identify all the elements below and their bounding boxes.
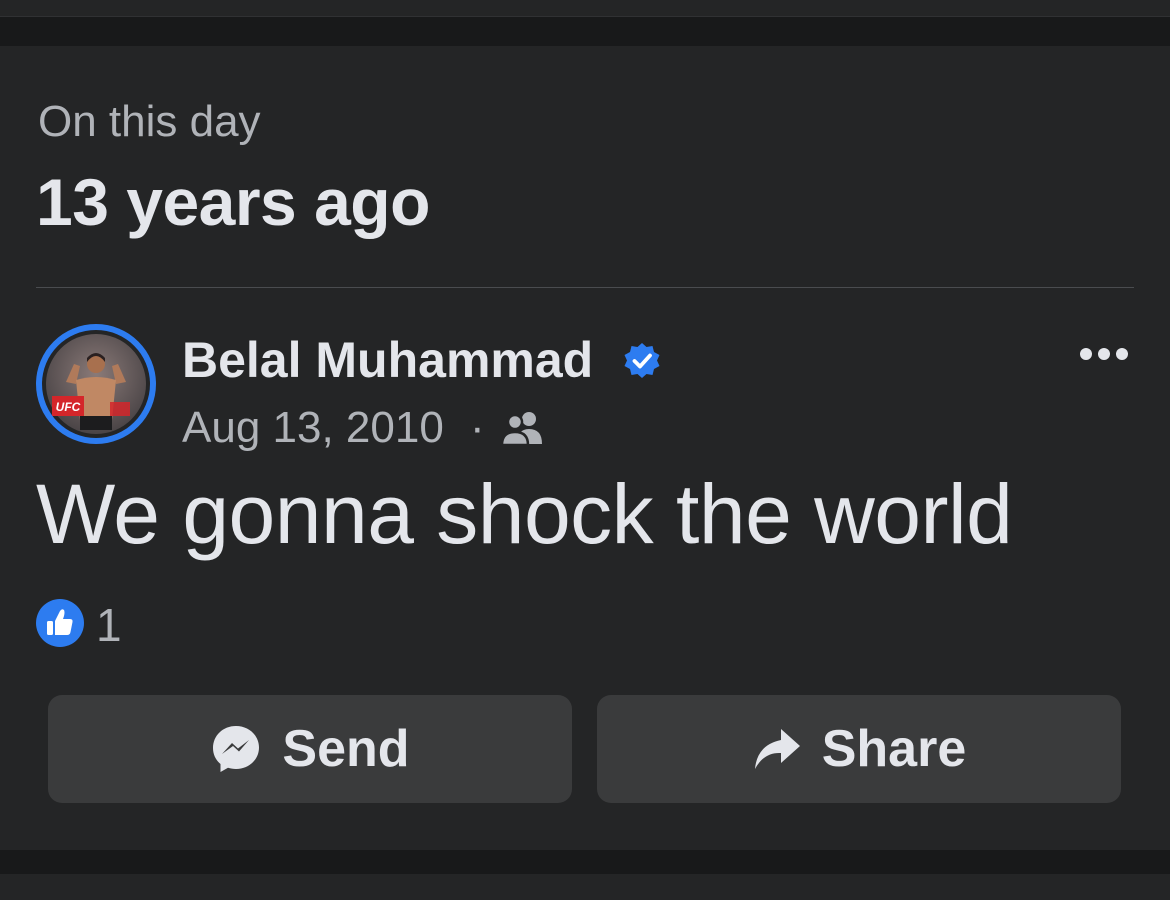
top-separator — [0, 16, 1170, 17]
share-arrow-icon — [754, 729, 800, 769]
like-count[interactable]: 1 — [96, 598, 122, 652]
memory-label: On this day — [38, 97, 261, 146]
post-text: We gonna shock the world — [36, 467, 1013, 561]
share-label: Share — [821, 720, 967, 778]
more-options-icon[interactable] — [1076, 340, 1132, 368]
memory-title: 13 years ago — [36, 165, 430, 239]
send-label: Send — [282, 720, 410, 778]
friends-icon[interactable] — [500, 410, 546, 446]
date-separator: · — [470, 403, 485, 452]
send-button[interactable]: Send — [48, 695, 572, 803]
previous-card-edge — [0, 0, 1170, 16]
avatar[interactable]: UFC — [42, 330, 150, 438]
author-name[interactable]: Belal Muhammad — [182, 330, 593, 390]
verified-badge-icon — [624, 343, 660, 378]
ufc-badge-text: UFC — [56, 400, 81, 414]
avatar-image: UFC — [46, 334, 146, 434]
messenger-icon — [213, 726, 260, 772]
next-card-edge — [0, 874, 1170, 900]
like-reaction-icon[interactable] — [36, 599, 84, 647]
share-button[interactable]: Share — [597, 695, 1121, 803]
post-date[interactable]: Aug 13, 2010 — [182, 402, 444, 454]
divider — [36, 287, 1134, 288]
